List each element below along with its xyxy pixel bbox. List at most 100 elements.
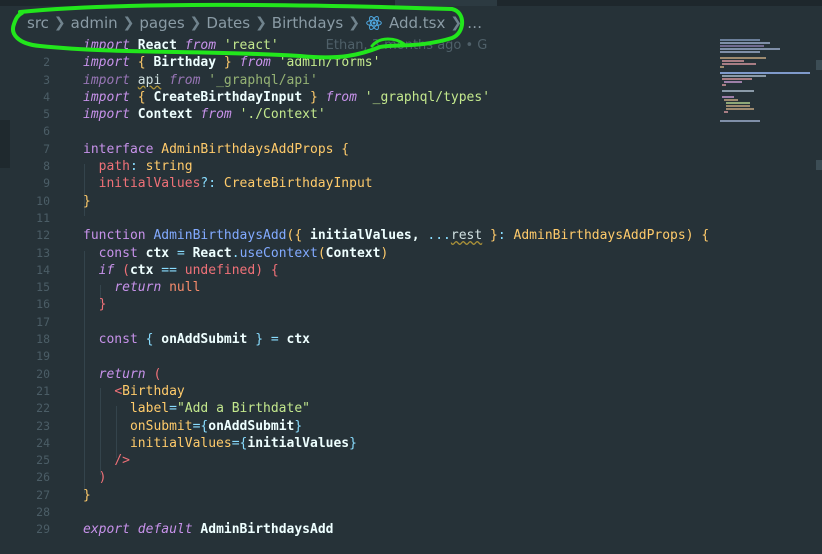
minimap-line	[720, 45, 764, 47]
minimap-line	[720, 48, 780, 50]
minimap-line	[726, 102, 750, 104]
minimap-line	[724, 99, 738, 101]
code-line: 18 const { onAddSubmit } = ctx	[0, 331, 712, 348]
code-line: 4 import { CreateBirthdayInput } from '_g…	[0, 89, 712, 106]
code-line: 19	[0, 348, 712, 365]
line-number: 28	[36, 505, 50, 520]
chevron-right-icon: ❯	[255, 15, 267, 31]
scrollbar-marker[interactable]	[816, 60, 822, 70]
line-number: 5	[43, 107, 50, 122]
minimap-line	[720, 39, 760, 41]
minimap-line	[726, 105, 750, 107]
minimap-line	[726, 108, 754, 110]
line-number: 26	[36, 470, 50, 485]
minimap-line	[722, 75, 766, 77]
code-line: 11	[0, 210, 712, 227]
line-number: 29	[36, 522, 50, 537]
code-line: 14 if (ctx == undefined) {	[0, 262, 712, 279]
code-line: 28	[0, 504, 712, 521]
code-editor[interactable]: import React from 'react' Ethan, 3 month…	[0, 37, 712, 539]
minimap-line	[722, 96, 734, 98]
code-line: 17	[0, 314, 712, 331]
minimap-line	[722, 63, 756, 65]
code-line: 23 onSubmit={onAddSubmit}	[0, 418, 712, 435]
minimap-line	[720, 51, 760, 53]
code-line: 22 label="Add a Birthdate"	[0, 400, 712, 417]
code-line: 20 return (	[0, 366, 712, 383]
line-number: 17	[36, 314, 50, 329]
line-number: 13	[36, 245, 50, 260]
minimap-line	[720, 72, 810, 74]
minimap-line	[722, 84, 726, 86]
line-number: 16	[36, 297, 50, 312]
chevron-right-icon: ❯	[189, 15, 202, 31]
chevron-right-icon: ❯	[122, 15, 135, 31]
code-line: 12 function AdminBirthdaysAdd({ initialVa…	[0, 227, 712, 244]
line-number: 8	[43, 159, 50, 174]
breadcrumb-item-file[interactable]: Add.tsx	[365, 14, 445, 32]
code-line: 15 return null	[0, 279, 712, 296]
breadcrumb-file-label: Add.tsx	[388, 14, 446, 32]
code-line: 3 import api from '_graphql/api'	[0, 72, 712, 89]
breadcrumb-item-pages[interactable]: pages	[139, 14, 184, 32]
minimap-line	[720, 66, 724, 68]
line-number: 23	[36, 418, 50, 433]
code-line: 21 <Birthday	[0, 383, 712, 400]
code-line: 9 initialValues?: CreateBirthdayInput	[0, 175, 712, 192]
line-number: 14	[36, 262, 50, 277]
chevron-right-icon: ❯	[53, 15, 66, 31]
react-icon	[366, 16, 382, 30]
line-number: 7	[43, 141, 50, 156]
line-number: 9	[43, 176, 50, 191]
line-number: 25	[36, 453, 50, 468]
breadcrumb-item-dates[interactable]: Dates	[206, 14, 250, 32]
line-number: 21	[36, 383, 50, 398]
code-line: 13 const ctx = React.useContext(Context)	[0, 245, 712, 262]
scrollbar-marker[interactable]	[816, 160, 822, 170]
code-line: 26 )	[0, 469, 712, 486]
minimap[interactable]	[712, 37, 822, 554]
line-number: 11	[36, 210, 50, 225]
minimap-line	[724, 81, 742, 83]
line-number: 10	[36, 193, 50, 208]
code-line: 25 />	[0, 452, 712, 469]
minimap-line	[722, 90, 754, 92]
line-number: 24	[36, 435, 50, 450]
code-line: 24 initialValues={initialValues}	[0, 435, 712, 452]
minimap-line	[720, 120, 760, 122]
chevron-right-icon: ❯	[450, 15, 463, 31]
line-number: 22	[36, 401, 50, 416]
code-line: 10}	[0, 193, 712, 210]
line-number: 15	[36, 280, 50, 295]
git-blame-annotation: Ethan, 3 months ago • G	[325, 38, 488, 53]
line-number: 20	[36, 366, 50, 381]
line-number: 18	[36, 332, 50, 347]
line-number: 4	[43, 89, 50, 104]
code-line: 6	[0, 123, 712, 140]
code-line: 8 path: string	[0, 158, 712, 175]
breadcrumb-item-admin[interactable]: admin	[71, 14, 118, 32]
code-line: import React from 'react' Ethan, 3 month…	[83, 38, 488, 53]
line-number: 19	[36, 349, 50, 364]
breadcrumb-item-src[interactable]: src	[27, 14, 49, 32]
minimap-line	[722, 60, 744, 62]
chevron-right-icon: ❯	[348, 15, 360, 31]
code-line: 5 import Context from './Context'	[0, 106, 712, 123]
minimap-line	[720, 57, 766, 59]
code-line: 2 import { Birthday } from 'admin/forms'	[0, 54, 712, 71]
breadcrumb-item-birthdays[interactable]: Birthdays	[272, 14, 343, 32]
line-number: 6	[43, 124, 50, 139]
code-line: 7 interface AdminBirthdaysAddProps {	[0, 141, 712, 158]
minimap-line	[724, 111, 728, 113]
breadcrumb-item-symbol[interactable]: …	[467, 14, 482, 32]
line-number: 12	[36, 228, 50, 243]
minimap-line	[720, 42, 770, 44]
minimap-line	[722, 78, 752, 80]
code-line: 29 export default AdminBirthdaysAdd	[0, 521, 712, 538]
breadcrumb: src ❯ admin ❯ pages ❯ Dates ❯ Birthdays …	[0, 6, 822, 40]
code-line: 27}	[0, 487, 712, 504]
code-line: 16 }	[0, 296, 712, 313]
line-number: 3	[43, 72, 50, 87]
line-number: 2	[43, 55, 50, 70]
line-number: 27	[36, 487, 50, 502]
